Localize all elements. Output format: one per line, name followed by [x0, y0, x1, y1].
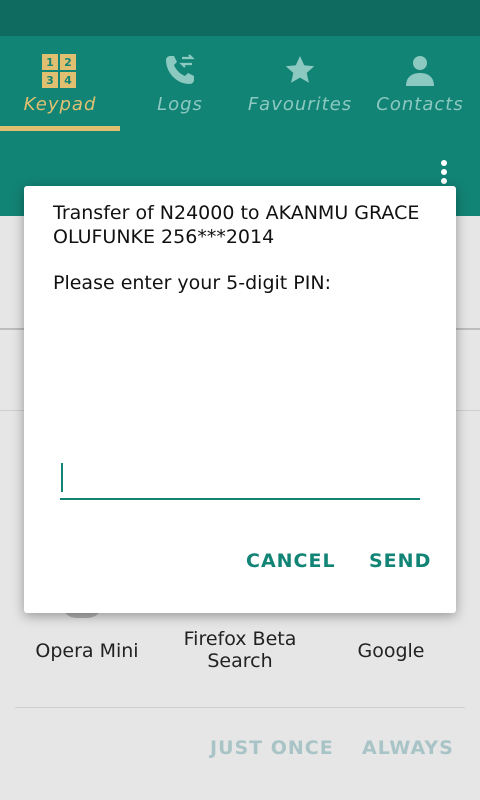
tab-keypad-label: Keypad: [23, 94, 97, 115]
tab-logs-label: Logs: [157, 94, 203, 115]
star-icon: [285, 56, 315, 83]
keypad-digit: 1: [42, 54, 58, 70]
person-icon: [406, 56, 434, 86]
app-option-firefox-beta-search[interactable]: Firefox Beta Search: [170, 628, 310, 672]
ussd-dialog: Transfer of N24000 to AKANMU GRACE OLUFU…: [24, 186, 456, 613]
keypad-digit: 4: [60, 72, 76, 88]
dialog-message: Transfer of N24000 to AKANMU GRACE OLUFU…: [53, 202, 420, 248]
dialog-prompt: Please enter your 5-digit PIN:: [53, 272, 331, 294]
tab-keypad[interactable]: 1 2 3 4 Keypad: [0, 36, 120, 131]
keypad-digit: 2: [60, 54, 76, 70]
app-option-google[interactable]: Google: [330, 640, 452, 662]
just-once-button[interactable]: JUST ONCE: [210, 737, 334, 759]
tab-favourites[interactable]: Favourites: [240, 36, 360, 131]
keypad-icon: 1 2 3 4: [42, 54, 76, 88]
active-tab-indicator: [0, 126, 120, 131]
always-button[interactable]: ALWAYS: [362, 737, 454, 759]
status-bar: [0, 0, 480, 36]
text-cursor: [61, 463, 63, 492]
pin-input[interactable]: [60, 458, 420, 500]
tab-favourites-label: Favourites: [247, 94, 353, 115]
keypad-digit: 3: [42, 72, 58, 88]
tab-contacts[interactable]: Contacts: [360, 36, 480, 131]
send-button[interactable]: SEND: [369, 550, 431, 572]
tab-contacts-label: Contacts: [376, 94, 464, 115]
tab-logs[interactable]: Logs: [120, 36, 240, 131]
app-option-opera-mini[interactable]: Opera Mini: [22, 640, 152, 662]
cancel-button[interactable]: CANCEL: [246, 550, 336, 572]
divider: [15, 707, 465, 708]
call-log-icon: [166, 54, 195, 84]
